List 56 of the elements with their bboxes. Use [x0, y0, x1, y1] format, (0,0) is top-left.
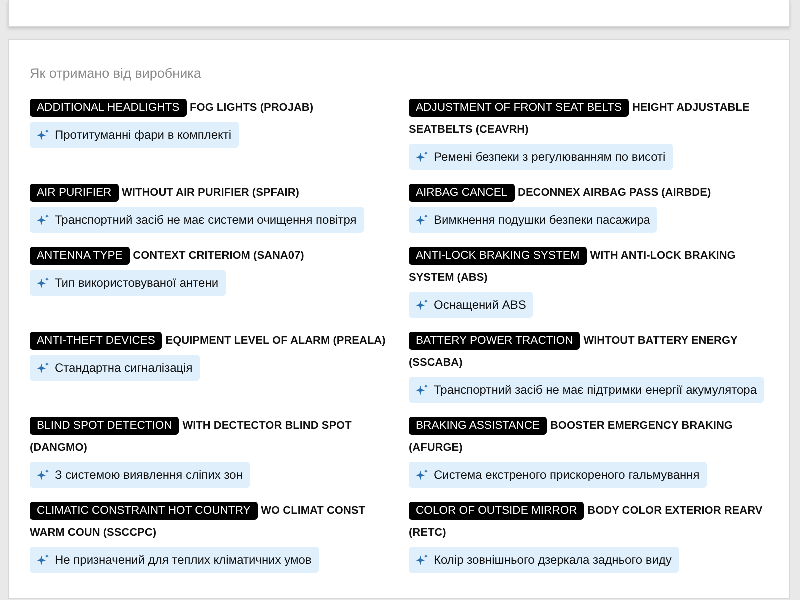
option-tag: ANTENNA TYPE [30, 247, 130, 265]
option-tag: BRAKING ASSISTANCE [409, 417, 548, 435]
sparkle-icon [37, 128, 50, 142]
sparkle-icon [416, 554, 429, 566]
option-value: DECONNEX AIRBAG PASS (AIRBDE) [518, 187, 712, 199]
sparkle-icon [416, 468, 429, 482]
sparkle-icon [416, 214, 429, 226]
option-tag: AIRBAG CANCEL [409, 184, 515, 202]
description-text: Тип використовуваної антени [55, 276, 219, 290]
option-value: WIHTOUT BATTERY ENERGY [584, 335, 738, 347]
option-value: WITHOUT AIR PURIFIER (SPFAIR) [122, 187, 300, 199]
option-value: BODY COLOR EXTERIOR REARV [588, 505, 763, 517]
option-tag: ANTI-THEFT DEVICES [30, 332, 162, 350]
option-tag: BLIND SPOT DETECTION [30, 417, 180, 435]
option-value: SYSTEM (ABS) [409, 271, 488, 286]
option-value: WO CLIMAT CONST [261, 505, 366, 517]
sparkle-icon [416, 150, 429, 164]
sparkle-icon [37, 276, 50, 290]
description-text: Ремені безпеки з регулюванням по висоті [434, 150, 666, 164]
option-value: WITH ANTI-LOCK BRAKING [590, 250, 736, 262]
option-tag: ADJUSTMENT OF FRONT SEAT BELTS [409, 99, 630, 117]
sparkle-icon [37, 468, 50, 482]
sparkle-icon [416, 384, 429, 396]
option-tag: ANTI-LOCK BRAKING SYSTEM [409, 247, 587, 265]
description-text: Оснащений ABS [434, 298, 526, 312]
option-tag: COLOR OF OUTSIDE MIRROR [409, 502, 584, 520]
description-text: Колір зовнішнього дзеркала заднього виду [434, 553, 672, 567]
option-value: FOG LIGHTS (PROJAB) [190, 102, 314, 114]
option-value: (SSCABA) [409, 356, 463, 371]
option-value: WARM COUN (SSCCPC) [30, 526, 156, 541]
option-value: (RETC) [409, 526, 446, 541]
option-value: WITH DECTECTOR BLIND SPOT [182, 420, 352, 432]
description-text: Система екстреного прискореного гальмування [434, 468, 700, 482]
description-text: Не призначений для теплих кліматичних умов [55, 553, 312, 567]
sparkle-icon [37, 214, 50, 226]
option-tag: CLIMATIC CONSTRAINT HOT COUNTRY [30, 502, 258, 520]
option-tag: AIR PURIFIER [30, 184, 119, 202]
description-text: Стандартна сигналізація [55, 361, 193, 375]
description-text: Вимкнення подушки безпеки пасажира [434, 213, 650, 227]
section-heading: Як отримано від виробника [30, 66, 202, 81]
option-value: HEIGHT ADJUSTABLE [632, 102, 750, 114]
description-text: Протитуманні фари в комплекті [55, 128, 232, 142]
description-text: Транспортний засіб не має системи очищення повітря [55, 213, 357, 227]
option-value: (AFURGE) [409, 441, 463, 456]
sparkle-icon [37, 362, 50, 374]
sparkle-icon [416, 298, 429, 312]
option-value: EQUIPMENT LEVEL OF ALARM (PREALA) [166, 335, 386, 347]
option-value: (DANGMO) [30, 441, 88, 456]
option-value: SEATBELTS (CEAVRH) [409, 123, 529, 138]
option-tag: BATTERY POWER TRACTION [409, 332, 580, 350]
description-text: З системою виявлення сліпих зон [55, 468, 243, 482]
option-value: BOOSTER EMERGENCY BRAKING [550, 420, 733, 432]
sparkle-icon [37, 554, 50, 566]
option-value: CONTEXT CRITERIOM (SANA07) [133, 250, 304, 262]
description-text: Транспортний засіб не має підтримки енергії акумулятора [434, 383, 758, 397]
option-tag: ADDITIONAL HEADLIGHTS [30, 99, 187, 117]
